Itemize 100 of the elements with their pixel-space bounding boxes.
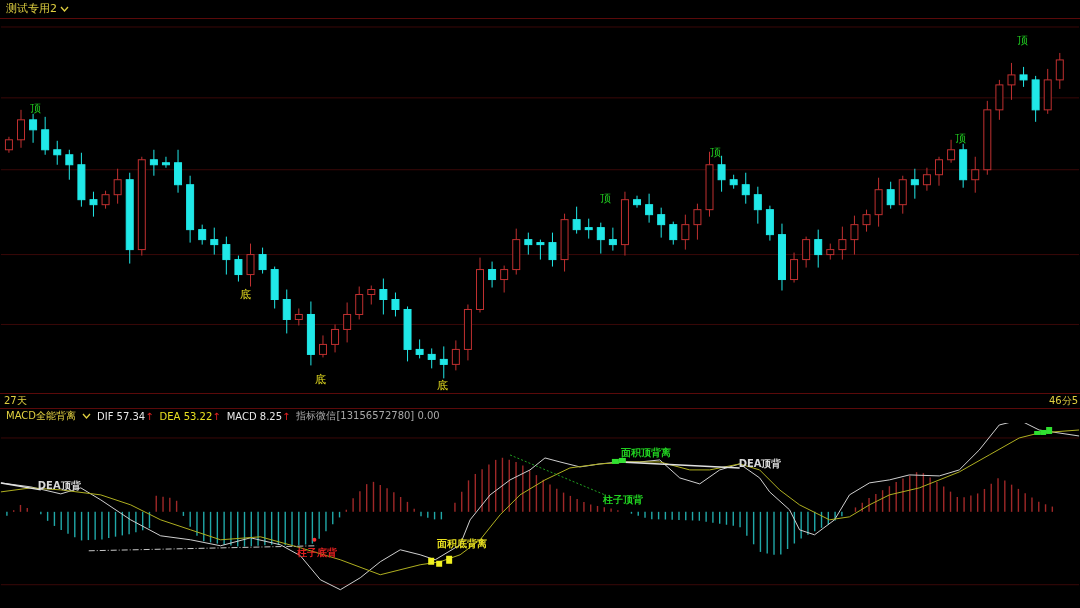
candlestick <box>258 247 267 274</box>
divergence-marker <box>428 556 453 568</box>
candlestick <box>427 347 436 369</box>
candlestick <box>560 213 569 273</box>
candlestick <box>765 205 774 242</box>
signal-label: 顶 <box>1016 33 1028 47</box>
signal-label: 顶 <box>954 131 966 145</box>
divergence-marker <box>1034 427 1053 436</box>
candlestick <box>910 168 919 200</box>
candlestick <box>246 243 255 287</box>
candlestick <box>596 222 605 255</box>
candlestick <box>572 206 581 235</box>
candlestick <box>17 109 25 149</box>
candlestick <box>294 307 303 326</box>
candlestick <box>995 79 1004 121</box>
signal-label: 底 <box>240 287 251 301</box>
candlestick <box>512 228 521 275</box>
candlestick <box>729 174 738 190</box>
signal-label: 顶 <box>30 101 42 115</box>
candlestick <box>874 177 883 228</box>
candlestick <box>161 156 170 169</box>
candlestick <box>331 323 340 353</box>
candlestick <box>633 195 641 209</box>
indicator-value: DEA 53.22 <box>159 410 213 422</box>
candlestick <box>439 345 448 379</box>
chevron-down-icon[interactable] <box>82 413 91 420</box>
indicator-value: MACD 8.25 <box>226 410 283 422</box>
divergence-label: 面积底背离 <box>437 538 488 550</box>
candlestick <box>89 191 98 218</box>
divergence-label: DEA顶背 <box>37 480 81 492</box>
candlestick <box>476 257 484 313</box>
candlestick <box>886 181 895 210</box>
candlestick <box>922 167 931 192</box>
candlestick <box>741 172 750 205</box>
candlestick <box>862 209 871 233</box>
candlestick <box>343 301 352 343</box>
candlestick <box>947 139 956 164</box>
candlestick <box>488 261 497 288</box>
candlestick <box>65 149 74 181</box>
candlestick <box>838 226 847 261</box>
candlestick <box>681 214 690 251</box>
candlestick <box>234 255 243 282</box>
candlestick <box>210 227 219 256</box>
candlestick <box>282 289 291 334</box>
signal-label: 顶 <box>600 191 612 205</box>
candlestick <box>500 265 509 293</box>
divergence-label: 面积顶背离 <box>620 447 671 459</box>
candlestick <box>620 191 629 257</box>
candlestick <box>270 266 279 309</box>
candlestick <box>584 218 593 240</box>
candlestick <box>113 168 122 205</box>
candlestick <box>536 239 545 261</box>
candlestick <box>41 116 50 156</box>
candlestick <box>1019 66 1028 88</box>
signal-label: 顶 <box>710 145 722 159</box>
time-label: 46分5 <box>1048 394 1078 409</box>
trend-arrow: ↑ <box>145 410 154 422</box>
signal-label: 底 <box>436 379 448 393</box>
indicator-value: DIF 57.34 <box>97 410 146 422</box>
candlestick <box>645 193 654 224</box>
candlestick <box>101 190 110 210</box>
chevron-down-icon[interactable] <box>60 6 69 12</box>
candlestick <box>693 203 702 241</box>
indicator-note: 指标微信[13156572780] 0.00 <box>296 409 440 424</box>
period-label: 27天 <box>4 394 27 409</box>
candlestick <box>657 207 666 239</box>
trend-arrow: ↑ <box>282 410 291 422</box>
candlestick <box>319 334 327 358</box>
candlestick <box>814 229 823 269</box>
candlestick <box>1055 52 1064 90</box>
signal-label: 底 <box>314 373 326 387</box>
candlestick <box>778 223 786 291</box>
candlestick <box>524 232 533 256</box>
candlestick <box>1031 75 1040 123</box>
candlestick <box>355 286 364 320</box>
candlestick <box>149 149 158 177</box>
divergence-label: 柱子顶背 <box>602 494 643 506</box>
candlestick <box>198 224 207 246</box>
candlestick <box>1043 68 1052 115</box>
candlestick <box>608 227 617 252</box>
divergence-label: DEA顶背 <box>738 458 782 470</box>
candlestick <box>222 236 231 275</box>
indicator-name[interactable]: MACD全能背离 <box>6 409 76 424</box>
candlestick <box>935 156 943 187</box>
candlestick <box>306 300 315 366</box>
trend-arrow: ↑ <box>212 410 221 422</box>
candlestick <box>379 278 388 315</box>
candlestick <box>959 143 968 189</box>
candlestick <box>174 149 183 194</box>
candlestick <box>826 243 835 261</box>
divergence-marker <box>611 458 626 465</box>
candlestick <box>753 186 762 225</box>
chart-title[interactable]: 测试专用2 <box>6 1 57 17</box>
candlestick <box>790 252 799 283</box>
candlestick <box>463 303 472 361</box>
candlestick <box>186 175 195 244</box>
candlestick <box>850 215 859 256</box>
candlestick <box>403 305 412 362</box>
candlestick <box>391 292 400 317</box>
candlestick <box>415 338 424 359</box>
